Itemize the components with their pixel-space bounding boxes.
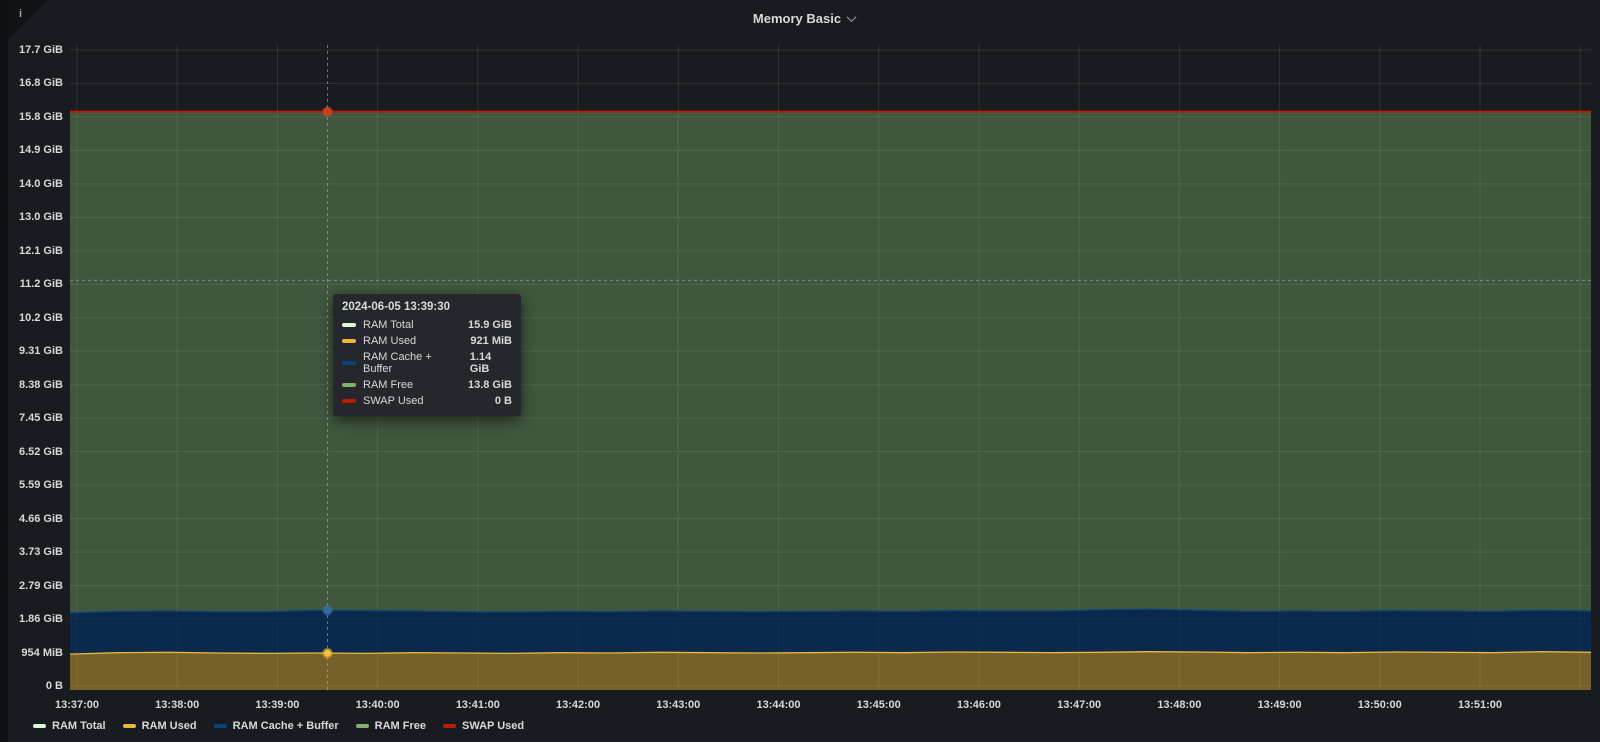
y-axis-label: 17.7 GiB — [8, 44, 63, 56]
legend-label: RAM Total — [52, 720, 106, 732]
y-axis-label: 14.9 GiB — [8, 144, 63, 156]
y-axis-label: 3.73 GiB — [8, 546, 63, 558]
y-axis-label: 5.59 GiB — [8, 479, 63, 491]
y-axis-label: 9.31 GiB — [8, 345, 63, 357]
ram-free-area — [70, 112, 1591, 613]
y-axis-label: 2.79 GiB — [8, 580, 63, 592]
legend-color-swatch — [356, 724, 369, 728]
hover-point-ram-used — [324, 650, 331, 657]
y-axis-label: 0 B — [8, 680, 63, 692]
x-axis-label: 13:37:00 — [41, 699, 113, 711]
legend-item-ram-free[interactable]: RAM Free — [356, 720, 426, 732]
legend-item-ram-used[interactable]: RAM Used — [123, 720, 197, 732]
y-axis-label: 954 MiB — [8, 647, 63, 659]
x-axis-label: 13:48:00 — [1143, 699, 1215, 711]
legend-label: SWAP Used — [462, 720, 524, 732]
hover-point-swap-used — [324, 108, 331, 115]
legend-color-swatch — [443, 724, 456, 728]
y-axis-label: 16.8 GiB — [8, 77, 63, 89]
ram-used-area — [70, 652, 1591, 690]
y-axis-label: 10.2 GiB — [8, 312, 63, 324]
y-axis-label: 6.52 GiB — [8, 446, 63, 458]
x-axis-label: 13:51:00 — [1444, 699, 1516, 711]
y-axis-label: 12.1 GiB — [8, 245, 63, 257]
x-axis-label: 13:47:00 — [1043, 699, 1115, 711]
legend-item-ram-total[interactable]: RAM Total — [33, 720, 106, 732]
y-axis-label: 4.66 GiB — [8, 513, 63, 525]
x-axis-label: 13:50:00 — [1344, 699, 1416, 711]
x-axis-label: 13:44:00 — [742, 699, 814, 711]
x-axis-label: 13:43:00 — [642, 699, 714, 711]
chart-legend: RAM Total RAM Used RAM Cache + Buffer RAM F… — [33, 720, 524, 732]
x-axis-label: 13:40:00 — [342, 699, 414, 711]
x-axis-label: 13:45:00 — [843, 699, 915, 711]
y-axis-label: 7.45 GiB — [8, 412, 63, 424]
y-axis-label: 8.38 GiB — [8, 379, 63, 391]
hover-point-ram-cache-buffer — [324, 607, 331, 614]
legend-color-swatch — [33, 724, 46, 728]
x-axis-label: 13:41:00 — [442, 699, 514, 711]
y-axis-label: 13.0 GiB — [8, 211, 63, 223]
legend-label: RAM Used — [142, 720, 197, 732]
y-axis-label: 1.86 GiB — [8, 613, 63, 625]
legend-label: RAM Cache + Buffer — [233, 720, 339, 732]
x-axis-label: 13:46:00 — [943, 699, 1015, 711]
x-axis-label: 13:38:00 — [141, 699, 213, 711]
legend-color-swatch — [123, 724, 136, 728]
y-axis-label: 15.8 GiB — [8, 111, 63, 123]
legend-color-swatch — [214, 724, 227, 728]
legend-item-ram-cache-buffer[interactable]: RAM Cache + Buffer — [214, 720, 339, 732]
x-axis-label: 13:42:00 — [542, 699, 614, 711]
legend-item-swap-used[interactable]: SWAP Used — [443, 720, 524, 732]
memory-basic-panel: i Memory Basic 17.7 GiB16.8 GiB15.8 GiB1… — [8, 0, 1600, 742]
legend-label: RAM Free — [375, 720, 426, 732]
y-axis-label: 11.2 GiB — [8, 278, 63, 290]
x-axis-label: 13:39:00 — [241, 699, 313, 711]
memory-chart-svg — [8, 0, 1600, 742]
x-axis-label: 13:49:00 — [1244, 699, 1316, 711]
ram-cache-buffer-area — [70, 609, 1591, 654]
y-axis-label: 14.0 GiB — [8, 178, 63, 190]
